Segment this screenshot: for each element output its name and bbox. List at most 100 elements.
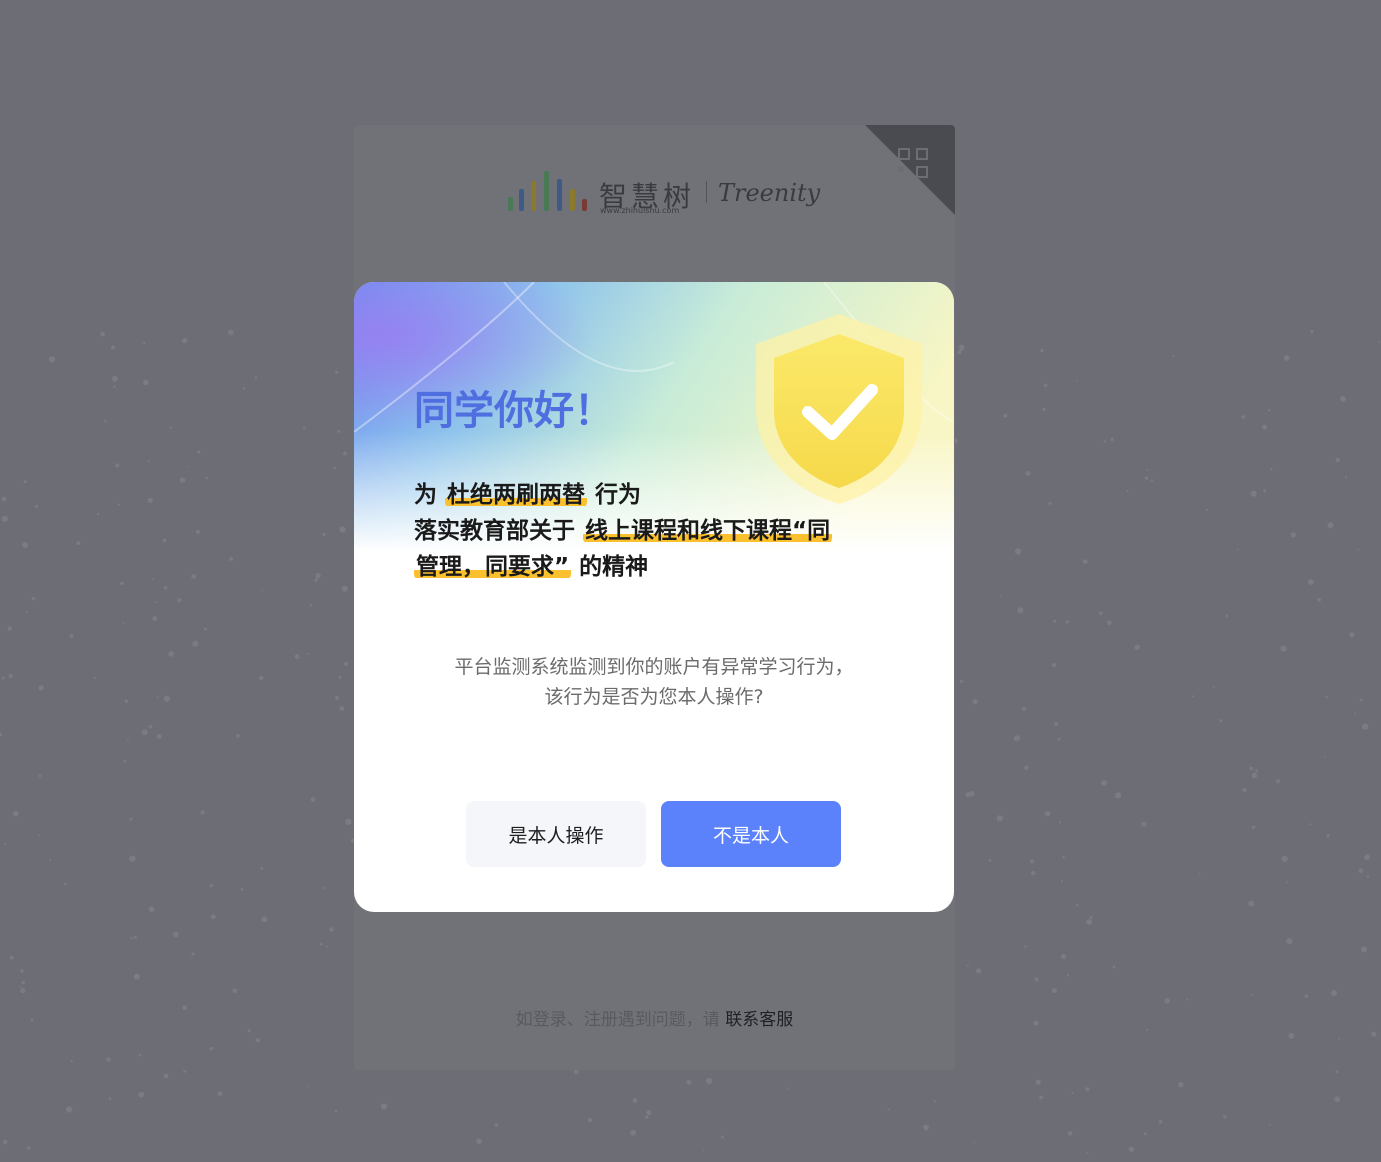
particle-dot xyxy=(1034,977,1039,982)
particle-dot xyxy=(1349,632,1355,638)
particle-dot xyxy=(344,661,349,666)
particle-dot xyxy=(124,699,129,703)
particle-dot xyxy=(1112,965,1116,969)
particle-dot xyxy=(210,914,216,920)
particle-dot xyxy=(1288,1032,1295,1039)
particle-dot xyxy=(1146,469,1148,471)
particle-dot xyxy=(1134,644,1140,650)
particle-dot xyxy=(123,759,127,763)
message-line-1: 平台监测系统监测到你的账户有异常学习行为， xyxy=(454,656,854,678)
particle-dot xyxy=(1283,355,1290,361)
particle-dot xyxy=(259,675,264,681)
particle-dot xyxy=(587,1117,593,1123)
particle-dot xyxy=(1236,548,1239,551)
particle-dot xyxy=(1309,823,1312,826)
particle-dot xyxy=(35,504,38,508)
particle-dot xyxy=(1143,1132,1147,1136)
particle-dot xyxy=(27,1146,31,1150)
particle-dot xyxy=(63,882,67,886)
particle-dot xyxy=(1053,619,1056,623)
particle-dot xyxy=(205,476,208,480)
particle-dot xyxy=(1030,859,1035,864)
particle-dot xyxy=(1062,855,1065,859)
particle-dot xyxy=(179,477,186,483)
particle-dot xyxy=(1089,916,1093,919)
particle-dot xyxy=(339,526,346,533)
particle-dot xyxy=(1242,788,1247,792)
particle-dot xyxy=(113,385,116,388)
particle-dot xyxy=(261,916,268,923)
particle-dot xyxy=(958,344,965,351)
particle-dot xyxy=(1128,1146,1135,1152)
particle-dot xyxy=(31,596,35,601)
qr-code-toggle[interactable] xyxy=(865,125,955,215)
particle-dot xyxy=(4,843,7,846)
particle-dot xyxy=(1324,756,1326,758)
particle-dot xyxy=(168,651,174,657)
particle-dot xyxy=(923,1124,929,1131)
particle-dot xyxy=(261,589,264,592)
particle-dot xyxy=(254,376,258,379)
particle-dot xyxy=(182,1005,187,1011)
particle-dot xyxy=(104,419,107,423)
particle-dot xyxy=(325,945,328,948)
particle-dot xyxy=(1024,945,1027,948)
particle-dot xyxy=(976,968,982,974)
particle-dot xyxy=(122,621,125,624)
particle-dot xyxy=(1040,348,1044,353)
particle-dot xyxy=(1366,875,1370,878)
particle-dot xyxy=(1017,607,1024,614)
particle-dot xyxy=(1326,834,1330,838)
particle-dot xyxy=(988,859,992,862)
particle-dot xyxy=(966,964,969,967)
particle-dot xyxy=(1015,548,1022,555)
particle-dot xyxy=(1025,470,1031,476)
not-me-button[interactable]: 不是本人 xyxy=(661,801,841,867)
particle-dot xyxy=(322,532,326,537)
particle-dot xyxy=(1269,1123,1271,1126)
particle-dot xyxy=(1335,457,1341,462)
particle-dot xyxy=(93,676,96,679)
particle-dot xyxy=(338,675,342,679)
particle-dot xyxy=(120,581,124,586)
particle-dot xyxy=(117,503,120,506)
particle-dot xyxy=(1364,854,1370,860)
particle-dot xyxy=(1042,407,1046,412)
particle-dot xyxy=(1286,938,1293,945)
particle-dot xyxy=(1241,415,1245,419)
particle-dot xyxy=(240,887,244,891)
particle-dot xyxy=(1317,597,1321,602)
particle-dot xyxy=(1172,355,1175,357)
particle-dot xyxy=(1275,779,1281,784)
particle-dot xyxy=(217,1091,223,1097)
particle-dot xyxy=(191,952,195,956)
particle-dot xyxy=(204,627,207,631)
confirm-self-button[interactable]: 是本人操作 xyxy=(466,801,646,867)
statement-line-3: 管理，同要求” 的精神 xyxy=(414,554,649,580)
particle-dot xyxy=(309,604,313,607)
particle-dot xyxy=(1076,380,1078,382)
help-prefix: 如登录、注册遇到问题，请 xyxy=(515,1010,726,1030)
particle-dot xyxy=(1251,772,1258,779)
particle-dot xyxy=(141,729,148,736)
particle-dot xyxy=(1378,340,1380,343)
particle-dot xyxy=(152,578,155,581)
particle-dot xyxy=(1248,900,1255,907)
particle-dot xyxy=(337,429,341,433)
particle-dot xyxy=(1054,722,1059,727)
particle-dot xyxy=(13,810,19,817)
particle-dot xyxy=(333,466,337,470)
particle-dot xyxy=(341,585,348,592)
particle-dot xyxy=(48,859,52,862)
particle-dot xyxy=(191,574,196,579)
particle-dot xyxy=(1067,1131,1073,1136)
statement-line-2: 落实教育部关于 线上课程和线下课程“同 xyxy=(414,518,833,544)
particle-dot xyxy=(1290,532,1296,538)
contact-support-link[interactable]: 联系客服 xyxy=(725,1010,793,1030)
particle-dot xyxy=(108,1097,112,1101)
particle-dot xyxy=(148,725,153,729)
particle-dot xyxy=(1022,706,1027,711)
particle-dot xyxy=(1223,1115,1227,1119)
particle-dot xyxy=(70,1060,73,1063)
particle-dot xyxy=(315,573,321,579)
